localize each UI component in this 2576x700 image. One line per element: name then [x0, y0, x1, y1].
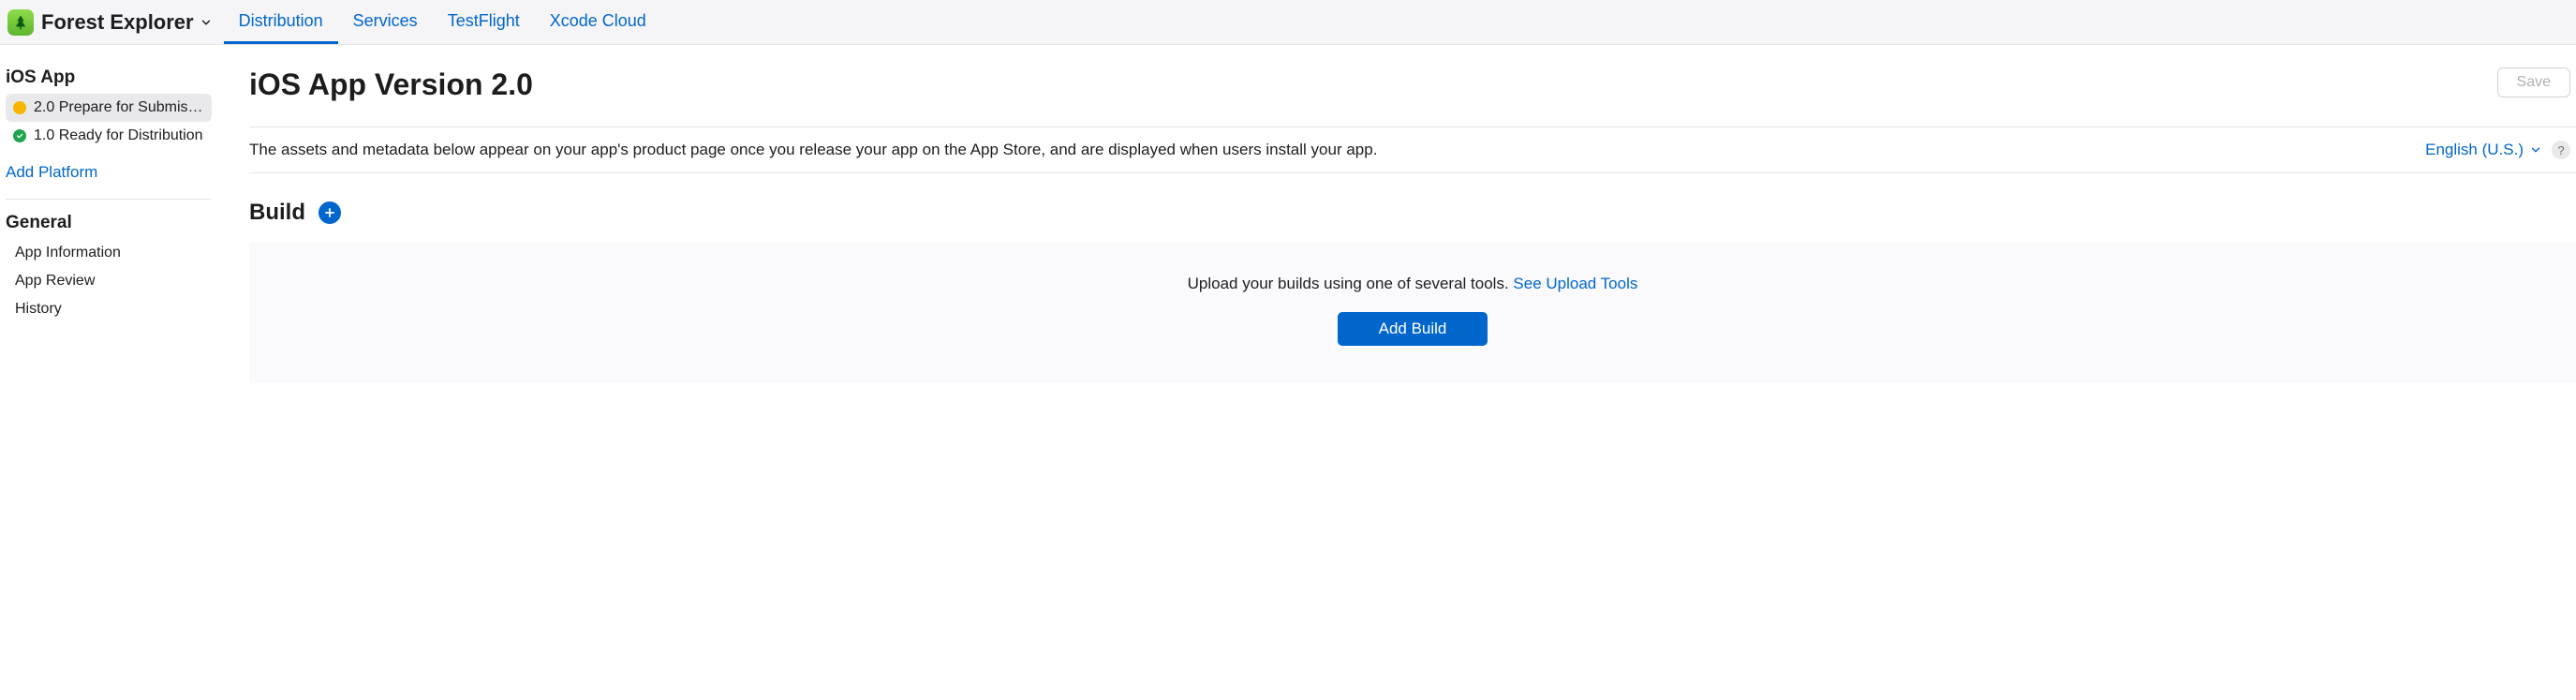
- add-build-button[interactable]: Add Build: [1338, 312, 1488, 346]
- language-group: English (U.S.) ?: [2425, 141, 2570, 159]
- status-ready-icon: [13, 129, 26, 142]
- tree-icon: [12, 14, 29, 31]
- upload-text-label: Upload your builds using one of several …: [1188, 275, 1514, 292]
- tab-testflight[interactable]: TestFlight: [433, 0, 535, 44]
- add-build-icon[interactable]: [318, 201, 341, 224]
- tab-xcode-cloud[interactable]: Xcode Cloud: [535, 0, 661, 44]
- description-row: The assets and metadata below appear on …: [249, 127, 2576, 173]
- build-heading: Build: [249, 200, 305, 226]
- top-bar: Forest Explorer Distribution Services Te…: [0, 0, 2576, 45]
- status-pending-icon: [13, 101, 26, 114]
- sidebar-item-app-information[interactable]: App Information: [6, 239, 212, 267]
- sidebar-item-history[interactable]: History: [6, 295, 212, 323]
- plus-icon: [323, 206, 336, 219]
- sidebar-item-app-review[interactable]: App Review: [6, 267, 212, 295]
- version-label: 2.0 Prepare for Submissi...: [34, 99, 204, 116]
- help-icon[interactable]: ?: [2552, 141, 2570, 159]
- divider: [6, 199, 212, 200]
- platform-heading: iOS App: [6, 67, 212, 94]
- build-panel: Upload your builds using one of several …: [249, 243, 2576, 383]
- app-switcher[interactable]: Forest Explorer: [41, 10, 224, 35]
- app-name: Forest Explorer: [41, 10, 194, 35]
- save-button[interactable]: Save: [2497, 67, 2570, 97]
- chevron-down-icon: [2529, 143, 2542, 156]
- sidebar: iOS App 2.0 Prepare for Submissi... 1.0 …: [0, 45, 217, 383]
- app-icon: [7, 9, 34, 36]
- tab-services[interactable]: Services: [338, 0, 433, 44]
- nav-tabs: Distribution Services TestFlight Xcode C…: [224, 0, 661, 44]
- main-content: iOS App Version 2.0 Save The assets and …: [217, 45, 2576, 383]
- upload-text: Upload your builds using one of several …: [268, 275, 2557, 293]
- tab-distribution[interactable]: Distribution: [224, 0, 338, 44]
- version-item-1-0[interactable]: 1.0 Ready for Distribution: [6, 122, 212, 150]
- description-text: The assets and metadata below appear on …: [249, 141, 1377, 159]
- build-section-head: Build: [249, 200, 2576, 226]
- version-item-2-0[interactable]: 2.0 Prepare for Submissi...: [6, 94, 212, 122]
- language-label: English (U.S.): [2425, 141, 2524, 159]
- version-label: 1.0 Ready for Distribution: [34, 127, 203, 144]
- language-select[interactable]: English (U.S.): [2425, 141, 2542, 159]
- add-platform-link[interactable]: Add Platform: [6, 150, 212, 182]
- chevron-down-icon: [200, 10, 213, 35]
- see-upload-tools-link[interactable]: See Upload Tools: [1513, 275, 1637, 292]
- general-list: App Information App Review History: [6, 239, 212, 323]
- general-heading: General: [6, 213, 212, 239]
- page-title: iOS App Version 2.0: [249, 67, 533, 102]
